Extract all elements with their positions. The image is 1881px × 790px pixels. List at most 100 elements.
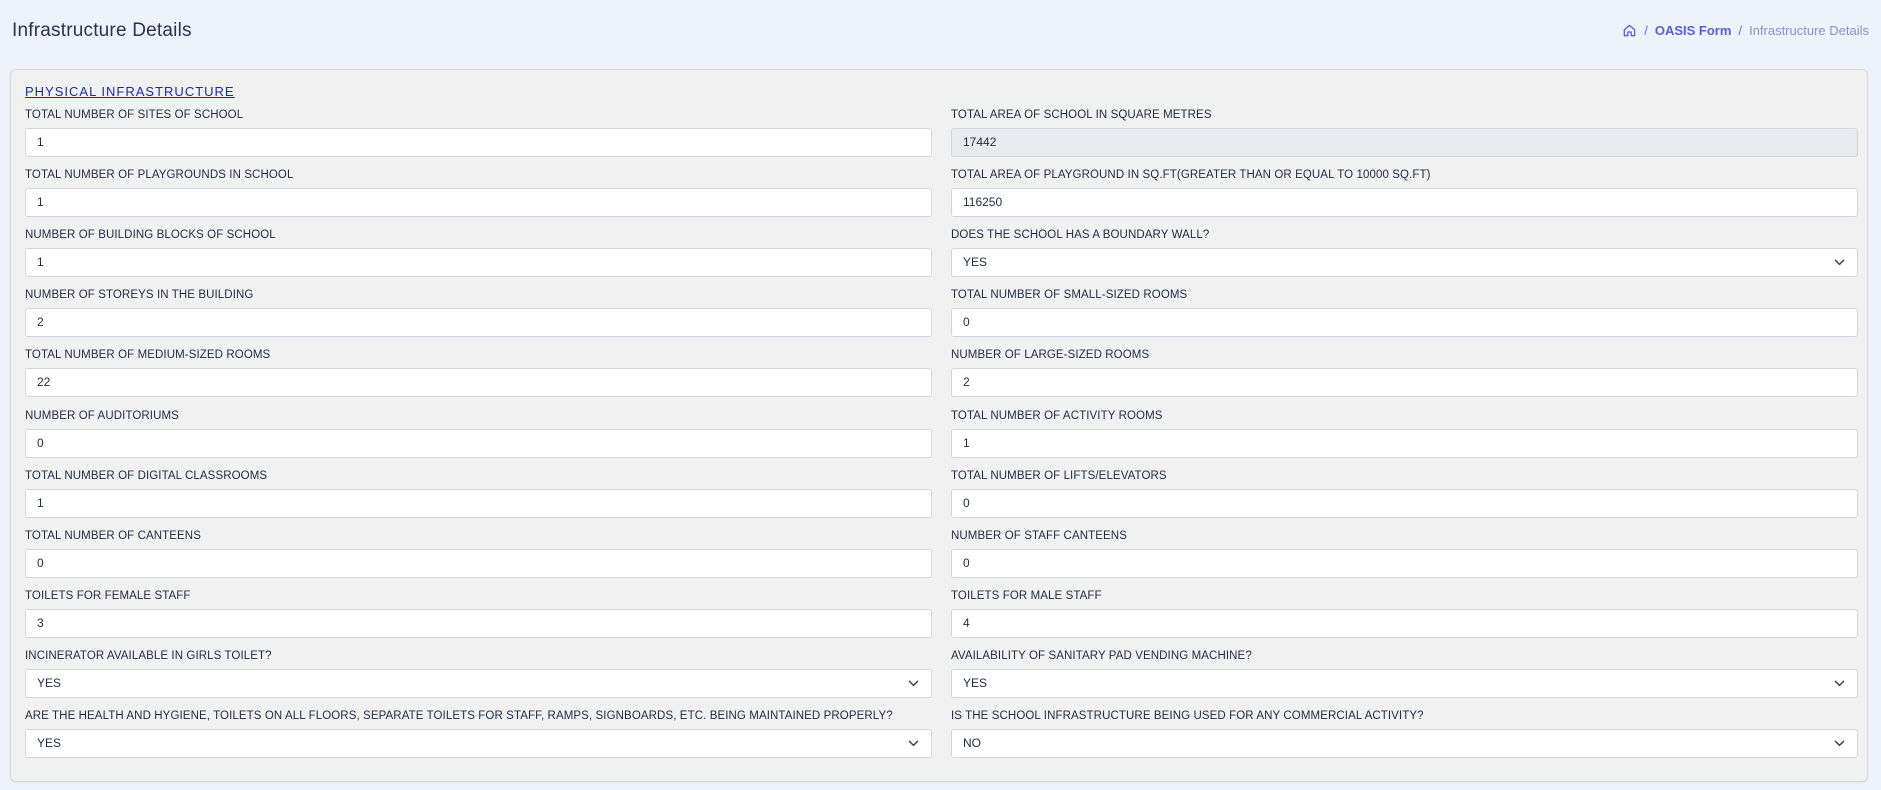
field-value: 1 xyxy=(963,435,970,450)
form-field: NUMBER OF BUILDING BLOCKS OF SCHOOL 1 xyxy=(25,228,932,278)
field-value: 0 xyxy=(963,555,970,570)
field-label: IS THE SCHOOL INFRASTRUCTURE BEING USED … xyxy=(951,710,1424,722)
field-label: TOTAL NUMBER OF LIFTS/ELEVATORS xyxy=(951,469,1167,482)
form-field: ARE THE HEALTH AND HYGIENE, TOILETS ON A… xyxy=(25,709,932,758)
field-label: TOTAL AREA OF SCHOOL IN SQUARE METRES xyxy=(951,109,1212,121)
form-field: NUMBER OF LARGE-SIZED ROOMS 2 xyxy=(951,348,1858,398)
breadcrumb-separator: / xyxy=(1644,23,1648,38)
field-input[interactable]: 0 xyxy=(951,488,1858,518)
field-value: YES xyxy=(963,675,988,690)
field-value: YES xyxy=(37,736,62,750)
field-input[interactable]: 0 xyxy=(951,548,1858,578)
field-value: 4 xyxy=(963,615,970,630)
chevron-down-icon xyxy=(908,680,919,686)
field-select[interactable]: YES xyxy=(951,668,1858,698)
form-field: TOTAL NUMBER OF ACTIVITY ROOMS 1 xyxy=(951,409,1858,458)
field-input[interactable]: 0 xyxy=(25,428,932,458)
field-value: 22 xyxy=(37,375,51,390)
field-input[interactable]: 116250 xyxy=(951,188,1858,218)
field-value: 2 xyxy=(37,315,44,330)
field-input[interactable]: 1 xyxy=(25,128,932,157)
field-value: 1 xyxy=(37,495,44,510)
chevron-down-icon xyxy=(908,740,919,747)
field-input[interactable]: 0 xyxy=(25,548,932,578)
field-value: 17442 xyxy=(963,135,997,149)
field-select[interactable]: YES xyxy=(25,668,932,698)
chevron-down-icon xyxy=(1834,680,1845,686)
field-input: 17442 xyxy=(951,128,1858,157)
form-field: TOTAL NUMBER OF DIGITAL CLASSROOMS 1 xyxy=(25,469,932,518)
field-input[interactable]: 1 xyxy=(951,428,1858,458)
field-input[interactable]: 0 xyxy=(951,308,1858,338)
field-input[interactable]: 3 xyxy=(25,608,932,638)
field-value: YES xyxy=(963,255,988,270)
field-input[interactable]: 2 xyxy=(951,368,1858,398)
form-field: TOTAL NUMBER OF PLAYGROUNDS IN SCHOOL 1 xyxy=(25,168,932,218)
breadcrumb-current: Infrastructure Details xyxy=(1749,23,1869,38)
field-value: 0 xyxy=(37,555,44,570)
form-field: NUMBER OF STOREYS IN THE BUILDING 2 xyxy=(25,288,932,338)
field-label: INCINERATOR AVAILABLE IN GIRLS TOILET? xyxy=(25,649,272,662)
field-select[interactable]: YES xyxy=(25,729,932,758)
breadcrumb-link-oasis-form[interactable]: OASIS Form xyxy=(1655,23,1732,38)
form-field: TOILETS FOR MALE STAFF 4 xyxy=(951,589,1858,638)
field-label: AVAILABILITY OF SANITARY PAD VENDING MAC… xyxy=(951,649,1252,662)
field-label: TOTAL AREA OF PLAYGROUND IN SQ.FT(GREATE… xyxy=(951,169,1431,182)
field-label: NUMBER OF STAFF CANTEENS xyxy=(951,529,1127,542)
form-field: TOTAL NUMBER OF LIFTS/ELEVATORS 0 xyxy=(951,469,1858,518)
field-label: NUMBER OF AUDITORIUMS xyxy=(25,409,179,422)
form-field: INCINERATOR AVAILABLE IN GIRLS TOILET? YE… xyxy=(25,649,932,698)
field-input[interactable]: 1 xyxy=(25,188,932,218)
field-label: NUMBER OF STOREYS IN THE BUILDING xyxy=(25,289,254,302)
field-value: 1 xyxy=(37,195,44,210)
field-input[interactable]: 4 xyxy=(951,608,1858,638)
form-field: TOTAL NUMBER OF SITES OF SCHOOL 1 xyxy=(25,108,932,157)
field-label: ARE THE HEALTH AND HYGIENE, TOILETS ON A… xyxy=(25,710,893,722)
field-value: 3 xyxy=(37,615,44,630)
field-value: 0 xyxy=(963,315,970,330)
field-label: TOTAL NUMBER OF SITES OF SCHOOL xyxy=(25,109,244,121)
field-label: TOTAL NUMBER OF DIGITAL CLASSROOMS xyxy=(25,469,268,482)
field-value: 116250 xyxy=(963,195,1003,210)
home-icon[interactable] xyxy=(1622,23,1637,38)
form-field: NUMBER OF STAFF CANTEENS 0 xyxy=(951,529,1858,578)
field-label: NUMBER OF BUILDING BLOCKS OF SCHOOL xyxy=(25,229,276,242)
field-value: YES xyxy=(37,675,62,690)
form-field: DOES THE SCHOOL HAS A BOUNDARY WALL? YES xyxy=(951,228,1858,278)
form-field: TOTAL NUMBER OF CANTEENS 0 xyxy=(25,529,932,578)
breadcrumb: / OASIS Form / Infrastructure Details xyxy=(1622,23,1869,38)
form-field: TOTAL NUMBER OF SMALL-SIZED ROOMS 0 xyxy=(951,288,1858,338)
infrastructure-card: PHYSICAL INFRASTRUCTURE TOTAL NUMBER OF … xyxy=(10,69,1868,782)
field-value: 1 xyxy=(37,255,44,270)
form-field: IS THE SCHOOL INFRASTRUCTURE BEING USED … xyxy=(951,709,1858,758)
form-field: TOTAL AREA OF PLAYGROUND IN SQ.FT(GREATE… xyxy=(951,168,1858,218)
page-header: Infrastructure Details / OASIS Form / In… xyxy=(0,0,1881,66)
form-field: TOILETS FOR FEMALE STAFF 3 xyxy=(25,589,932,638)
form-field: TOTAL AREA OF SCHOOL IN SQUARE METRES 174… xyxy=(951,108,1858,157)
field-label: DOES THE SCHOOL HAS A BOUNDARY WALL? xyxy=(951,229,1210,242)
field-label: TOILETS FOR MALE STAFF xyxy=(951,589,1102,602)
field-label: TOTAL NUMBER OF CANTEENS xyxy=(25,529,201,542)
section-title: PHYSICAL INFRASTRUCTURE xyxy=(25,84,235,99)
field-label: TOTAL NUMBER OF PLAYGROUNDS IN SCHOOL xyxy=(25,169,294,182)
field-value: 1 xyxy=(37,135,44,149)
field-value: 0 xyxy=(37,435,44,450)
field-label: TOILETS FOR FEMALE STAFF xyxy=(25,589,191,602)
chevron-down-icon xyxy=(1834,740,1845,747)
field-input[interactable]: 1 xyxy=(25,248,932,278)
field-value: 0 xyxy=(963,495,970,510)
field-value: 2 xyxy=(963,375,970,390)
field-select[interactable]: NO xyxy=(951,729,1858,758)
field-label: TOTAL NUMBER OF MEDIUM-SIZED ROOMS xyxy=(25,349,271,362)
field-label: NUMBER OF LARGE-SIZED ROOMS xyxy=(951,349,1150,362)
field-input[interactable]: 22 xyxy=(25,368,932,398)
field-input[interactable]: 2 xyxy=(25,308,932,338)
form-field: NUMBER OF AUDITORIUMS 0 xyxy=(25,409,932,458)
field-input[interactable]: 1 xyxy=(25,488,932,518)
field-value: NO xyxy=(963,736,981,750)
breadcrumb-separator: / xyxy=(1738,23,1743,38)
form-field: AVAILABILITY OF SANITARY PAD VENDING MAC… xyxy=(951,649,1858,698)
field-label: TOTAL NUMBER OF SMALL-SIZED ROOMS xyxy=(951,289,1188,302)
field-label: TOTAL NUMBER OF ACTIVITY ROOMS xyxy=(951,409,1163,422)
field-select[interactable]: YES xyxy=(951,248,1858,278)
